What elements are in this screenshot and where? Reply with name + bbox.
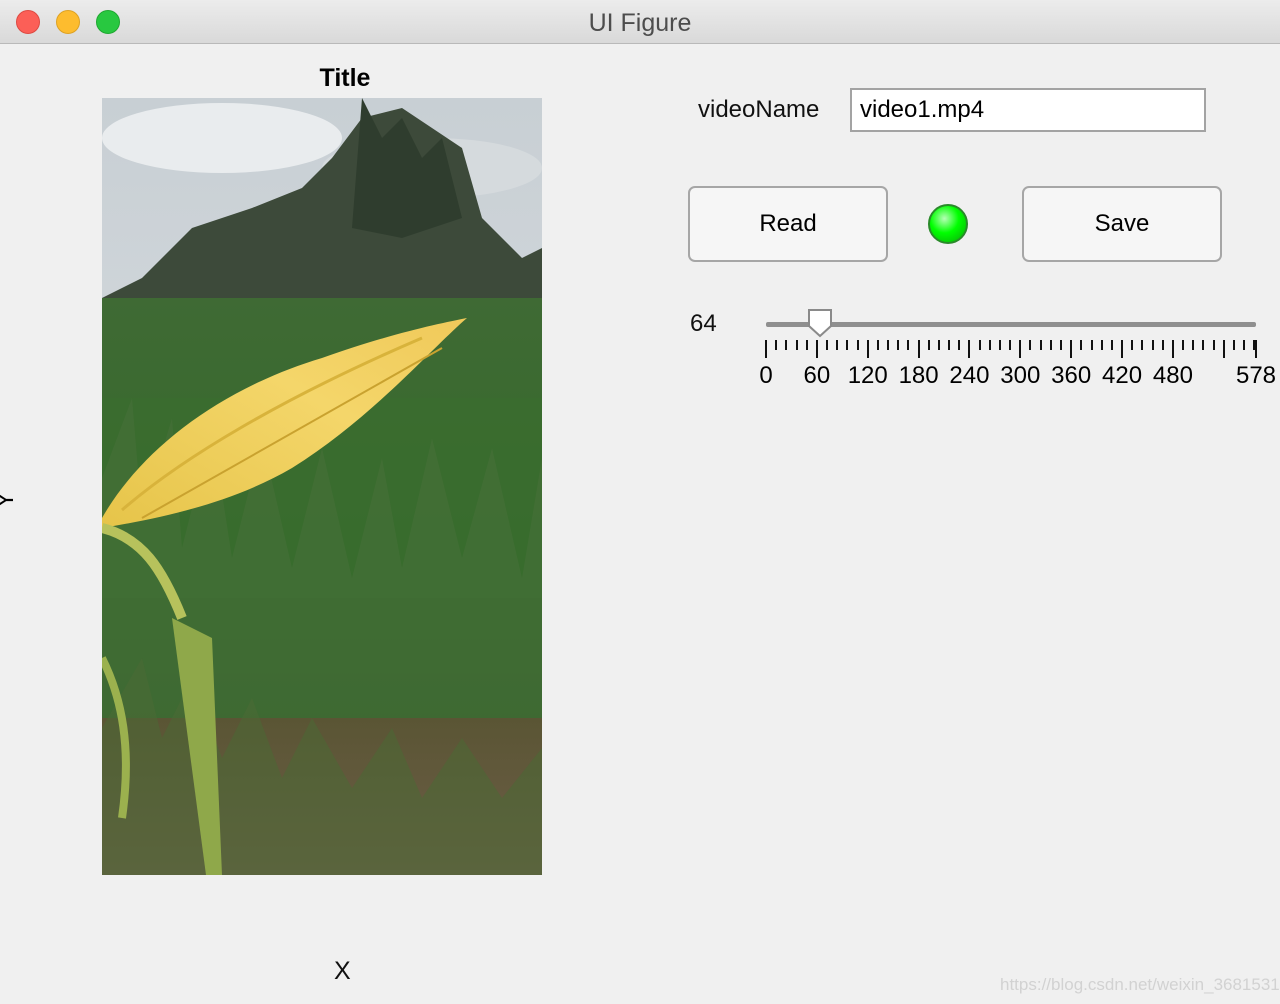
slider-tick-label: 120 xyxy=(847,362,888,389)
slider-minor-tick xyxy=(785,340,788,350)
video-name-field[interactable] xyxy=(850,88,1206,132)
slider-minor-tick xyxy=(1060,340,1063,350)
slider-major-tick xyxy=(815,340,818,358)
slider-tick-label: 60 xyxy=(803,362,831,389)
slider-minor-tick xyxy=(998,340,1001,350)
slider-minor-tick xyxy=(958,340,961,350)
title-bar: UI Figure xyxy=(0,0,1280,44)
slider-tick-label: 0 xyxy=(759,362,773,389)
slider-minor-tick xyxy=(1080,340,1083,350)
slider-minor-tick xyxy=(876,340,879,350)
watermark-text: https://blog.csdn.net/weixin_36815313 xyxy=(1000,975,1280,994)
slider-minor-tick xyxy=(836,340,839,350)
slider-minor-tick xyxy=(1243,340,1246,350)
video-name-label: videoName xyxy=(698,96,820,123)
slider-tick-label: 300 xyxy=(1000,362,1041,389)
save-button[interactable]: Save xyxy=(1022,186,1222,262)
slider-tick-label: 240 xyxy=(949,362,990,389)
axes-title: Title xyxy=(319,64,371,92)
slider-major-tick xyxy=(968,340,971,358)
slider-minor-tick xyxy=(805,340,808,350)
slider-minor-tick xyxy=(775,340,778,350)
slider-minor-tick xyxy=(856,340,859,350)
slider-major-tick xyxy=(1019,340,1022,358)
slider-minor-tick xyxy=(795,340,798,350)
slider-major-tick xyxy=(1070,340,1073,358)
axes-ylabel: Y xyxy=(0,492,20,508)
slider-tick-label: 420 xyxy=(1102,362,1143,389)
slider-major-tick xyxy=(917,340,920,358)
slider-minor-tick xyxy=(1182,340,1185,350)
slider-minor-tick xyxy=(846,340,849,350)
slider-major-tick xyxy=(1222,340,1225,358)
slider-major-tick xyxy=(1255,340,1257,358)
video-frame-image xyxy=(102,98,542,875)
slider-major-tick xyxy=(1121,340,1124,358)
slider-minor-tick xyxy=(1131,340,1134,350)
slider-minor-tick xyxy=(826,340,829,350)
status-lamp xyxy=(928,204,968,244)
slider-value-label: 64 xyxy=(690,310,717,337)
slider-minor-tick xyxy=(937,340,940,350)
slider-tick-label: 360 xyxy=(1051,362,1092,389)
slider-minor-tick xyxy=(927,340,930,350)
slider-minor-tick xyxy=(1192,340,1195,350)
slider-minor-tick xyxy=(897,340,900,350)
slider-tick-label: 578 xyxy=(1235,362,1277,389)
slider-minor-tick xyxy=(1100,340,1103,350)
slider-minor-tick xyxy=(1090,340,1093,350)
slider-minor-tick xyxy=(1202,340,1205,350)
slider-minor-tick xyxy=(978,340,981,350)
slider-minor-tick xyxy=(1029,340,1032,350)
slider-minor-tick xyxy=(1049,340,1052,350)
frame-slider[interactable]: 0 60 120 180 240 300 360 420 480 578 xyxy=(756,300,1276,390)
slider-minor-tick xyxy=(948,340,951,350)
window-title: UI Figure xyxy=(588,9,692,37)
slider-minor-tick xyxy=(1161,340,1164,350)
slider-minor-tick xyxy=(988,340,991,350)
slider-minor-tick xyxy=(907,340,910,350)
slider-minor-tick xyxy=(1232,340,1235,350)
slider-minor-tick xyxy=(1110,340,1113,350)
slider-tick-label: 480 xyxy=(1152,362,1193,389)
slider-minor-tick xyxy=(1009,340,1012,350)
slider-major-tick xyxy=(866,340,869,358)
slider-major-tick xyxy=(1171,340,1174,358)
slider-tick-label: 180 xyxy=(898,362,939,389)
slider-minor-tick xyxy=(1151,340,1154,350)
axes-xlabel: X xyxy=(334,957,351,985)
slider-major-tick xyxy=(765,340,767,358)
slider-thumb[interactable] xyxy=(807,308,833,338)
slider-minor-tick xyxy=(1141,340,1144,350)
slider-track[interactable] xyxy=(766,322,1256,327)
slider-minor-tick xyxy=(1212,340,1215,350)
slider-minor-tick xyxy=(1039,340,1042,350)
slider-minor-tick xyxy=(887,340,890,350)
read-button[interactable]: Read xyxy=(688,186,888,262)
